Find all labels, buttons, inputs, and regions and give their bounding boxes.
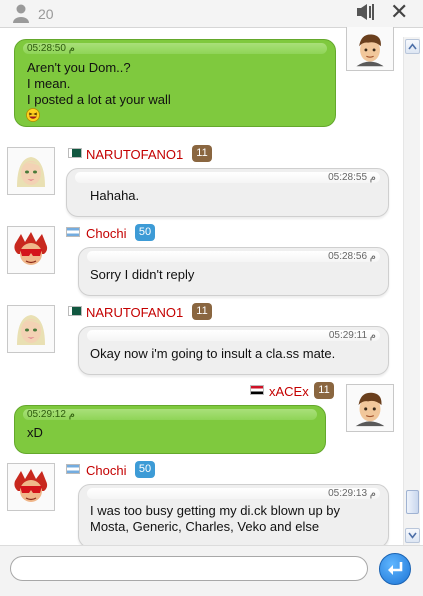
message-line: Sorry I didn't reply: [90, 267, 195, 282]
chat-messages: 05:28:50 م Aren't you Dom..? I mean. I p…: [0, 27, 402, 545]
message-line: I was too busy getting my di.ck blown up…: [90, 503, 341, 518]
message-line: xD: [27, 425, 43, 440]
boy-avatar-icon: [356, 34, 384, 67]
level-badge: 11: [192, 303, 212, 320]
message-line: Aren't you Dom..?: [27, 60, 131, 75]
message-timestamp: 05:29:13 م: [328, 488, 376, 499]
message-line: Hahaha.: [90, 188, 140, 203]
avatar[interactable]: [7, 147, 55, 195]
scrollbar-thumb[interactable]: [406, 490, 419, 514]
speaker-icon[interactable]: [356, 3, 376, 21]
message-bubble: 05:28:56 م Sorry I didn't reply: [78, 247, 389, 296]
red-hair-avatar-icon: [14, 232, 48, 265]
pakistan-flag-icon: [68, 306, 82, 316]
message-line: Mosta, Generic, Charles, Veko and else: [90, 519, 320, 534]
message-timestamp: 05:28:50 م: [27, 43, 75, 54]
scroll-up-button[interactable]: [405, 39, 420, 54]
egypt-flag-icon: [250, 385, 264, 395]
message-timestamp: 05:29:11 م: [328, 330, 376, 341]
message-input[interactable]: [10, 556, 368, 581]
boy-avatar-icon: [355, 392, 385, 427]
chat-scrollbar[interactable]: [403, 37, 420, 545]
avatar[interactable]: [7, 463, 55, 511]
message-timestamp: 05:28:55 م: [328, 172, 376, 183]
return-arrow-icon: [388, 562, 403, 575]
username[interactable]: xACEx: [269, 384, 309, 399]
scroll-down-button[interactable]: [405, 528, 420, 543]
user-icon: [13, 4, 29, 23]
pakistan-flag-icon: [68, 148, 82, 158]
argentina-flag-icon: [66, 227, 80, 237]
avatar[interactable]: [346, 384, 394, 432]
chevron-up-icon: [408, 43, 417, 50]
argentina-flag-icon: [66, 464, 80, 474]
message-bubble-own: 05:29:12 م xD: [14, 405, 326, 454]
close-icon[interactable]: ✕: [390, 1, 408, 23]
laughing-emoji-icon: [26, 108, 40, 122]
online-count: 20: [38, 6, 54, 22]
message-line: I posted a lot at your wall: [27, 92, 171, 107]
chevron-down-icon: [408, 532, 417, 539]
message-timestamp: 05:28:56 م: [328, 251, 376, 262]
message-line: Okay now i'm going to insult a cla.ss ma…: [90, 346, 336, 361]
message-line: I mean.: [27, 76, 71, 91]
username[interactable]: Chochi: [86, 463, 126, 478]
level-badge: 50: [135, 461, 155, 478]
message-timestamp: 05:29:12 م: [27, 409, 75, 420]
level-badge: 11: [192, 145, 212, 162]
message-bubble-own: 05:28:50 م Aren't you Dom..? I mean. I p…: [14, 39, 336, 127]
send-button[interactable]: [379, 553, 411, 585]
avatar[interactable]: [7, 305, 55, 353]
red-hair-avatar-icon: [14, 469, 48, 502]
level-badge: 11: [314, 382, 334, 399]
message-bubble: 05:29:11 م Okay now i'm going to insult …: [78, 326, 389, 375]
message-bubble: 05:28:55 م Hahaha.: [66, 168, 389, 217]
username[interactable]: NARUTOFANO1: [86, 147, 183, 162]
blonde-girl-avatar-icon: [17, 157, 45, 187]
top-bar: 20 ✕: [0, 0, 423, 28]
username[interactable]: Chochi: [86, 226, 126, 241]
message-bubble: 05:29:13 م I was too busy getting my di.…: [78, 484, 389, 545]
level-badge: 50: [135, 224, 155, 241]
avatar[interactable]: [346, 27, 394, 71]
blonde-girl-avatar-icon: [17, 315, 45, 345]
message-input-bar: [0, 545, 423, 596]
avatar[interactable]: [7, 226, 55, 274]
username[interactable]: NARUTOFANO1: [86, 305, 183, 320]
